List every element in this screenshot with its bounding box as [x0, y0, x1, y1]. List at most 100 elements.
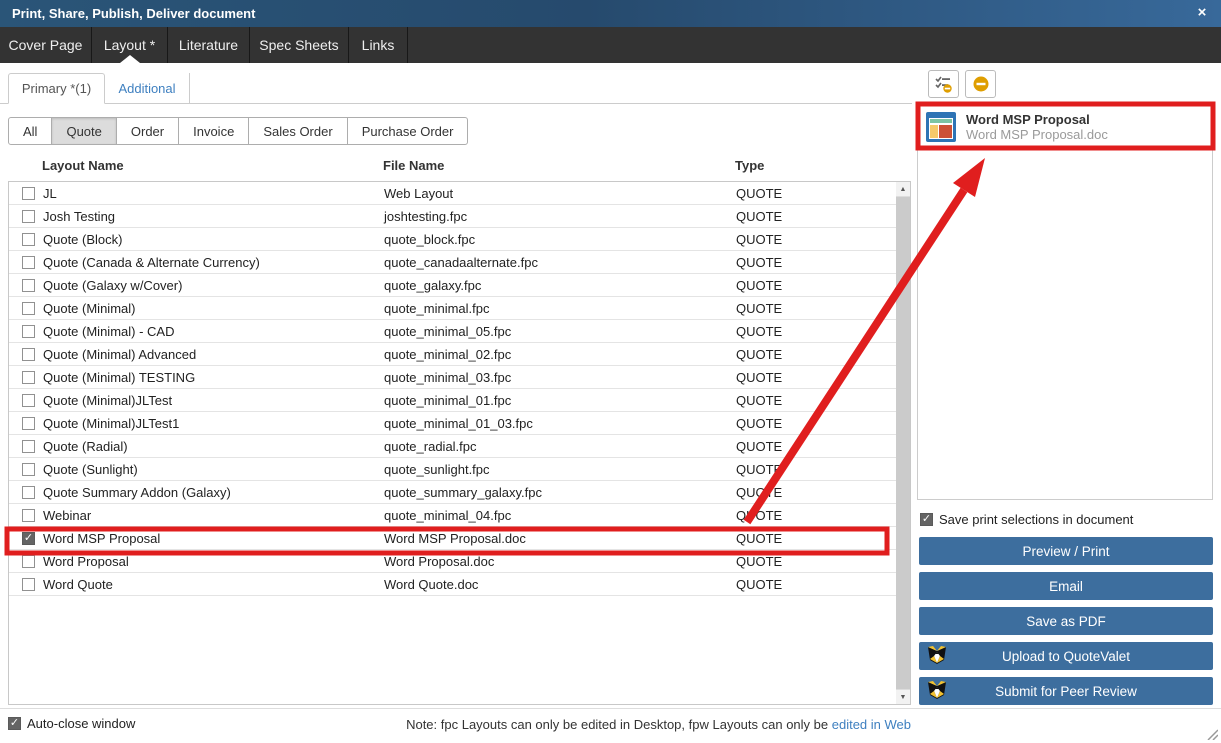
save-print-selections-row: ✓ Save print selections in document [920, 512, 1133, 527]
submit-for-peer-review-button[interactable]: Submit for Peer Review [919, 677, 1213, 705]
row-checkbox[interactable] [22, 278, 35, 292]
print-share-publish-dialog: Print, Share, Publish, Deliver document … [0, 0, 1221, 743]
table-row[interactable]: Josh Testing joshtesting.fpc QUOTE [9, 205, 896, 228]
row-checkbox[interactable] [22, 232, 35, 246]
table-row[interactable]: Quote (Minimal) Advanced quote_minimal_02… [9, 343, 896, 366]
file-name-cell: Web Layout [384, 185, 454, 201]
table-row[interactable]: JL Web Layout QUOTE [9, 182, 896, 205]
table-row[interactable]: Word Proposal Word Proposal.doc QUOTE [9, 550, 896, 573]
type-cell: QUOTE [736, 392, 783, 408]
scroll-up-icon[interactable]: ▲ [896, 182, 910, 197]
file-name-cell: quote_minimal.fpc [384, 300, 490, 316]
table-row[interactable]: Quote (Minimal) quote_minimal.fpc QUOTE [9, 297, 896, 320]
row-checkbox[interactable] [22, 439, 35, 453]
table-row[interactable]: Word Quote Word Quote.doc QUOTE [9, 573, 896, 596]
file-name-cell: quote_minimal_05.fpc [384, 323, 512, 339]
table-scrollbar[interactable]: ▲ ▼ [896, 182, 910, 704]
column-file-name: File Name [383, 158, 445, 173]
type-cell: QUOTE [736, 208, 783, 224]
email-button[interactable]: Email [919, 572, 1213, 600]
layout-name-cell: Quote (Minimal)JLTest1 [43, 415, 180, 431]
table-row[interactable]: Quote (Canada & Alternate Currency) quote… [9, 251, 896, 274]
row-checkbox[interactable] [22, 370, 35, 384]
layout-name-cell: Quote (Sunlight) [43, 461, 138, 477]
file-name-cell: Word Quote.doc [384, 576, 479, 592]
tab-primary[interactable]: Primary *(1) [8, 73, 105, 104]
table-row[interactable]: Quote (Minimal) TESTING quote_minimal_03.… [9, 366, 896, 389]
layout-name-cell: Quote (Minimal) TESTING [43, 369, 196, 385]
row-checkbox[interactable] [22, 554, 35, 568]
table-row[interactable]: Quote (Minimal) - CAD quote_minimal_05.fp… [9, 320, 896, 343]
row-checkbox[interactable] [22, 301, 35, 315]
type-cell: QUOTE [736, 254, 783, 270]
checklist-minus-icon [934, 76, 952, 93]
resize-grip-icon[interactable] [1205, 727, 1218, 740]
row-checkbox[interactable] [22, 577, 35, 591]
tab-cover-page[interactable]: Cover Page [0, 27, 92, 63]
table-row[interactable]: Quote (Galaxy w/Cover) quote_galaxy.fpc QU… [9, 274, 896, 297]
row-checkbox[interactable] [22, 347, 35, 361]
layout-name-cell: Quote (Radial) [43, 438, 128, 454]
dialog-title: Print, Share, Publish, Deliver document [12, 6, 256, 21]
type-filter-group: All Quote Order Invoice Sales Order Purchase … [8, 117, 469, 145]
row-checkbox[interactable] [22, 186, 35, 200]
upload-to-quotevalet-button[interactable]: Upload to QuoteValet [919, 642, 1213, 670]
layout-name-cell: Word MSP Proposal [43, 530, 161, 546]
row-checkbox[interactable] [22, 324, 35, 338]
file-name-cell: quote_minimal_02.fpc [384, 346, 512, 362]
type-cell: QUOTE [736, 231, 783, 247]
filter-purchase-order[interactable]: Purchase Order [346, 117, 469, 145]
edited-in-web-link[interactable]: edited in Web [832, 717, 911, 732]
tab-additional[interactable]: Additional [105, 73, 190, 103]
row-checkbox[interactable] [22, 393, 35, 407]
layout-name-cell: Quote (Canada & Alternate Currency) [43, 254, 260, 270]
row-checkbox[interactable] [22, 462, 35, 476]
table-header: Layout Name File Name Type [8, 158, 897, 173]
type-cell: QUOTE [736, 530, 783, 546]
table-row[interactable]: Quote (Block) quote_block.fpc QUOTE [9, 228, 896, 251]
close-icon[interactable]: × [1193, 4, 1211, 22]
footer-note: Note: fpc Layouts can only be edited in … [0, 717, 911, 732]
tab-layout[interactable]: Layout * [92, 27, 168, 63]
table-row[interactable]: ✓ Word MSP Proposal Word MSP Proposal.doc Q… [9, 527, 896, 550]
tab-literature[interactable]: Literature [168, 27, 250, 63]
dialog-titlebar: Print, Share, Publish, Deliver document … [0, 0, 1221, 27]
row-checkbox[interactable] [22, 508, 35, 522]
quotevalet-icon [928, 681, 946, 699]
filter-order[interactable]: Order [115, 117, 180, 145]
filter-all[interactable]: All [8, 117, 53, 145]
tab-links[interactable]: Links [349, 27, 408, 63]
row-checkbox[interactable] [22, 416, 35, 430]
filter-invoice[interactable]: Invoice [178, 117, 250, 145]
table-row[interactable]: Quote (Minimal)JLTest quote_minimal_01.fp… [9, 389, 896, 412]
button-label: Submit for Peer Review [995, 683, 1137, 699]
note-text: Note: fpc Layouts can only be edited in … [406, 717, 832, 732]
row-checkbox[interactable] [22, 209, 35, 223]
layout-name-cell: JL [43, 185, 57, 201]
file-name-cell: quote_minimal_04.fpc [384, 507, 512, 523]
filter-sales-order[interactable]: Sales Order [248, 117, 348, 145]
file-name-cell: Word Proposal.doc [384, 553, 495, 569]
save-as-pdf-button[interactable]: Save as PDF [919, 607, 1213, 635]
file-name-cell: quote_radial.fpc [384, 438, 477, 454]
selected-layout-item[interactable]: Word MSP Proposal Word MSP Proposal.doc [918, 106, 1212, 148]
file-name-cell: joshtesting.fpc [384, 208, 468, 224]
row-checkbox[interactable] [22, 255, 35, 269]
type-cell: QUOTE [736, 576, 783, 592]
row-checkbox[interactable]: ✓ [22, 531, 35, 545]
remove-selected-button[interactable] [965, 70, 996, 98]
table-row[interactable]: Quote Summary Addon (Galaxy) quote_summar… [9, 481, 896, 504]
uncheck-all-button[interactable] [928, 70, 959, 98]
scroll-down-icon[interactable]: ▼ [896, 689, 910, 704]
table-row[interactable]: Quote (Radial) quote_radial.fpc QUOTE [9, 435, 896, 458]
save-print-selections-checkbox[interactable]: ✓ [920, 513, 933, 526]
table-row[interactable]: Webinar quote_minimal_04.fpc QUOTE [9, 504, 896, 527]
file-name-cell: quote_minimal_01_03.fpc [384, 415, 533, 431]
row-checkbox[interactable] [22, 485, 35, 499]
filter-quote[interactable]: Quote [51, 117, 117, 145]
layout-name-cell: Webinar [43, 507, 92, 523]
table-row[interactable]: Quote (Sunlight) quote_sunlight.fpc QUOTE [9, 458, 896, 481]
tab-spec-sheets[interactable]: Spec Sheets [250, 27, 349, 63]
preview-print-button[interactable]: Preview / Print [919, 537, 1213, 565]
table-row[interactable]: Quote (Minimal)JLTest1 quote_minimal_01_0… [9, 412, 896, 435]
